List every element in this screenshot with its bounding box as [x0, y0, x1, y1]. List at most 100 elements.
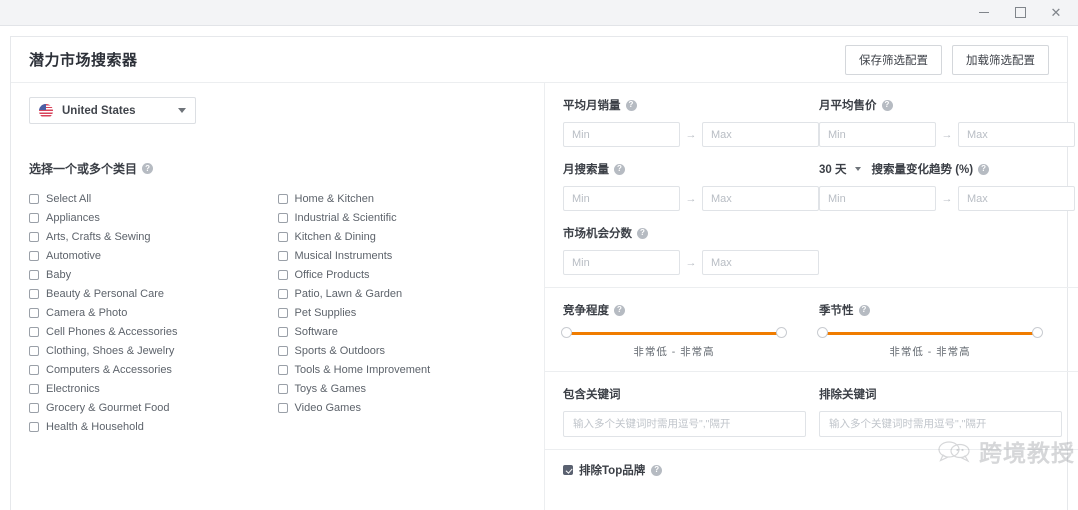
category-checkbox[interactable]: [277, 212, 288, 223]
category-column-2: Home & Kitchen Industrial & Scientific Kit…: [277, 189, 527, 436]
help-icon[interactable]: ?: [637, 227, 648, 239]
competition-slider[interactable]: 非常低 - 非常高: [561, 327, 787, 359]
exclude-top-brands-label: 排除Top品牌: [579, 465, 646, 477]
search-trend-max-input[interactable]: [958, 186, 1075, 211]
category-checkbox[interactable]: [29, 383, 39, 394]
category-checkbox-row[interactable]: Office Products: [277, 265, 527, 284]
monthly-search-volume-min-input[interactable]: [563, 186, 680, 211]
category-checkbox[interactable]: [277, 288, 288, 299]
search-trend-period-select[interactable]: 30 天: [819, 161, 861, 177]
category-checkbox-row[interactable]: Select All: [29, 189, 278, 208]
category-checkbox[interactable]: [277, 326, 288, 337]
competition-slider-handle-min[interactable]: [561, 327, 572, 338]
category-checkbox[interactable]: [277, 345, 288, 356]
category-checkbox[interactable]: [29, 269, 39, 280]
seasonality-slider-handle-max[interactable]: [1032, 327, 1043, 338]
category-checkbox-row[interactable]: Kitchen & Dining: [277, 227, 527, 246]
category-pane: United States 选择一个或多个类目 ? Select All Appl…: [11, 83, 545, 510]
market-opportunity-score-max-input[interactable]: [702, 250, 819, 275]
category-checkbox[interactable]: [29, 307, 39, 318]
category-checkbox[interactable]: [277, 383, 288, 394]
window-minimize-button[interactable]: [966, 1, 1002, 25]
help-icon[interactable]: ?: [881, 99, 893, 111]
seasonality-slider[interactable]: 非常低 - 非常高: [817, 327, 1043, 359]
market-opportunity-score-label-text: 市场机会分数: [563, 228, 632, 240]
category-checkbox-row[interactable]: Pet Supplies: [277, 303, 527, 322]
category-checkbox[interactable]: [277, 269, 288, 280]
competition-slider-field: 竞争程度 ? 非常低 - 非常高: [561, 302, 819, 359]
category-checkbox-row[interactable]: Tools & Home Improvement: [277, 360, 527, 379]
category-checkbox[interactable]: [29, 345, 39, 356]
category-checkbox-row[interactable]: Arts, Crafts & Sewing: [29, 227, 278, 246]
category-checkbox-row[interactable]: Electronics: [29, 379, 278, 398]
category-checkbox[interactable]: [29, 364, 39, 375]
help-icon[interactable]: ?: [142, 163, 154, 174]
category-checkbox-row[interactable]: Sports & Outdoors: [277, 341, 527, 360]
category-checkbox[interactable]: [277, 307, 288, 318]
competition-slider-track[interactable]: [561, 327, 787, 339]
category-checkbox-row[interactable]: Software: [277, 322, 527, 341]
include-keywords-input[interactable]: [563, 411, 806, 437]
help-icon[interactable]: ?: [651, 464, 663, 476]
help-icon[interactable]: ?: [858, 304, 870, 316]
exclude-top-brands-checkbox[interactable]: [563, 465, 573, 475]
avg-monthly-price-max-input[interactable]: [958, 122, 1075, 147]
category-checkbox-row[interactable]: Patio, Lawn & Garden: [277, 284, 527, 303]
category-checkbox-row[interactable]: Home & Kitchen: [277, 189, 527, 208]
help-icon[interactable]: ?: [614, 163, 625, 175]
category-checkbox[interactable]: [29, 212, 39, 223]
competition-slider-handle-max[interactable]: [776, 327, 787, 338]
category-checkbox-row[interactable]: Toys & Games: [277, 379, 527, 398]
category-checkbox[interactable]: [29, 326, 39, 337]
avg-monthly-price-min-input[interactable]: [819, 122, 936, 147]
category-checkbox-row[interactable]: Grocery & Gourmet Food: [29, 398, 278, 417]
category-checkbox[interactable]: [277, 364, 288, 375]
category-checkbox-row[interactable]: Beauty & Personal Care: [29, 284, 278, 303]
seasonality-slider-track[interactable]: [817, 327, 1043, 339]
category-checkbox[interactable]: [277, 231, 288, 242]
category-checkbox-row[interactable]: Computers & Accessories: [29, 360, 278, 379]
category-checkbox-row[interactable]: Camera & Photo: [29, 303, 278, 322]
category-checkbox-row[interactable]: Baby: [29, 265, 278, 284]
help-icon[interactable]: ?: [978, 163, 990, 175]
exclude-keywords-input[interactable]: [819, 411, 1062, 437]
category-checkbox[interactable]: [277, 250, 288, 261]
category-checkbox-row[interactable]: Automotive: [29, 246, 278, 265]
category-label: Grocery & Gourmet Food: [46, 401, 170, 414]
category-checkbox-row[interactable]: Clothing, Shoes & Jewelry: [29, 341, 278, 360]
category-checkbox[interactable]: [277, 193, 288, 204]
category-checkbox-row[interactable]: Health & Household: [29, 417, 278, 436]
search-trend-min-input[interactable]: [819, 186, 936, 211]
category-label: Pet Supplies: [294, 306, 357, 319]
category-checkbox[interactable]: [29, 231, 39, 242]
market-opportunity-score-min-input[interactable]: [563, 250, 680, 275]
exclude-top-brands-row[interactable]: 排除Top品牌 ?: [545, 450, 1078, 490]
help-icon[interactable]: ?: [614, 304, 625, 316]
category-checkbox-row[interactable]: Industrial & Scientific: [277, 208, 527, 227]
category-label: Cell Phones & Accessories: [46, 325, 178, 338]
monthly-search-volume-max-input[interactable]: [702, 186, 819, 211]
country-select[interactable]: United States: [29, 97, 196, 124]
sliders-row: 竞争程度 ? 非常低 - 非常高 季节性 ? 非常低 - 非常高: [561, 302, 1075, 359]
category-label: Computers & Accessories: [46, 363, 172, 376]
seasonality-slider-handle-min[interactable]: [817, 327, 828, 338]
save-filter-config-button[interactable]: 保存筛选配置: [845, 44, 942, 75]
category-checkbox[interactable]: [29, 193, 39, 204]
help-icon[interactable]: ?: [625, 99, 637, 111]
category-checkbox[interactable]: [29, 402, 39, 413]
category-checkbox[interactable]: [29, 250, 39, 261]
avg-monthly-sales-max-input[interactable]: [702, 122, 819, 147]
window-close-button[interactable]: ✕: [1038, 1, 1074, 25]
avg-monthly-sales-min-input[interactable]: [563, 122, 680, 147]
load-filter-config-button[interactable]: 加载筛选配置: [952, 44, 1049, 75]
category-checkbox[interactable]: [29, 421, 39, 432]
category-checkbox[interactable]: [277, 402, 288, 413]
category-checkbox-row[interactable]: Video Games: [277, 398, 527, 417]
market-opportunity-score-field: 市场机会分数 ? →: [563, 225, 819, 275]
category-checkbox[interactable]: [29, 288, 39, 299]
window-maximize-button[interactable]: [1002, 1, 1038, 25]
competition-slider-caption: 非常低 - 非常高: [633, 346, 715, 358]
category-checkbox-row[interactable]: Cell Phones & Accessories: [29, 322, 278, 341]
category-checkbox-row[interactable]: Musical Instruments: [277, 246, 527, 265]
category-checkbox-row[interactable]: Appliances: [29, 208, 278, 227]
